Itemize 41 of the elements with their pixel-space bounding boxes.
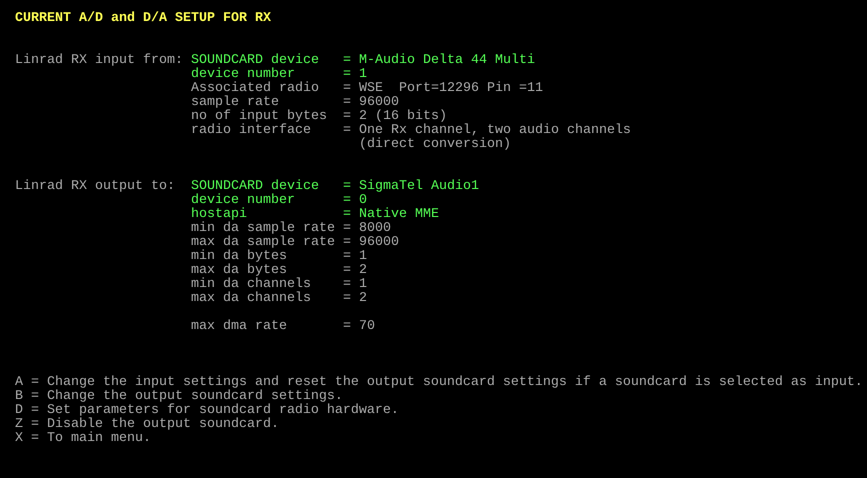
field-value: = 2 [343, 292, 367, 306]
field-value: = 96000 [343, 236, 399, 250]
field-name: SOUNDCARD device [191, 179, 319, 194]
field-name: min da channels [191, 277, 311, 292]
field-value: = 1 [343, 278, 367, 292]
field-name: max da channels [191, 291, 311, 306]
field-name: hostapi [191, 207, 247, 222]
menu-option: X = To main menu. [15, 432, 151, 446]
field-name: SOUNDCARD device [191, 53, 319, 68]
field-value: = 1 [343, 68, 367, 82]
field-value: = WSE Port=12296 Pin =11 [343, 82, 543, 96]
field-value: = 1 [343, 250, 367, 264]
field-value: = 96000 [343, 96, 399, 110]
field-name: no of input bytes [191, 109, 327, 124]
field-value: = 2 [343, 264, 367, 278]
field-value: = Native MME [343, 208, 439, 222]
field-value: = 70 [343, 320, 375, 334]
field-value: = One Rx channel, two audio channels [343, 124, 631, 138]
field-name: max da sample rate [191, 235, 335, 250]
menu-option: Z = Disable the output soundcard. [15, 418, 279, 432]
section-label: Linrad RX input from: [15, 53, 183, 68]
menu-option: A = Change the input settings and reset the output soundcard settings if a soundcard is selected as input. [15, 376, 863, 390]
field-name: device number [191, 193, 295, 208]
field-name: Associated radio [191, 81, 319, 96]
field-name: sample rate [191, 95, 279, 110]
field-value: = 0 [343, 194, 367, 208]
menu-option: B = Change the output soundcard settings. [15, 390, 343, 404]
field-value: = M-Audio Delta 44 Multi [343, 54, 535, 68]
section-label: Linrad RX output to: [15, 179, 175, 194]
field-value: = 2 (16 bits) [343, 110, 447, 124]
field-value: (direct conversion) [358, 138, 511, 152]
field-name: max dma rate [191, 319, 287, 334]
field-name: max da bytes [191, 263, 287, 278]
field-name: min da bytes [191, 249, 287, 264]
field-name: device number [191, 67, 295, 82]
menu-option: D = Set parameters for soundcard radio hardware. [15, 404, 399, 418]
screen-title: CURRENT A/D and D/A SETUP FOR RX [15, 12, 271, 26]
field-name: min da sample rate [191, 221, 335, 236]
field-value: = 8000 [343, 222, 391, 236]
field-name: radio interface [191, 123, 311, 138]
field-value: = SigmaTel Audio1 [343, 180, 479, 194]
